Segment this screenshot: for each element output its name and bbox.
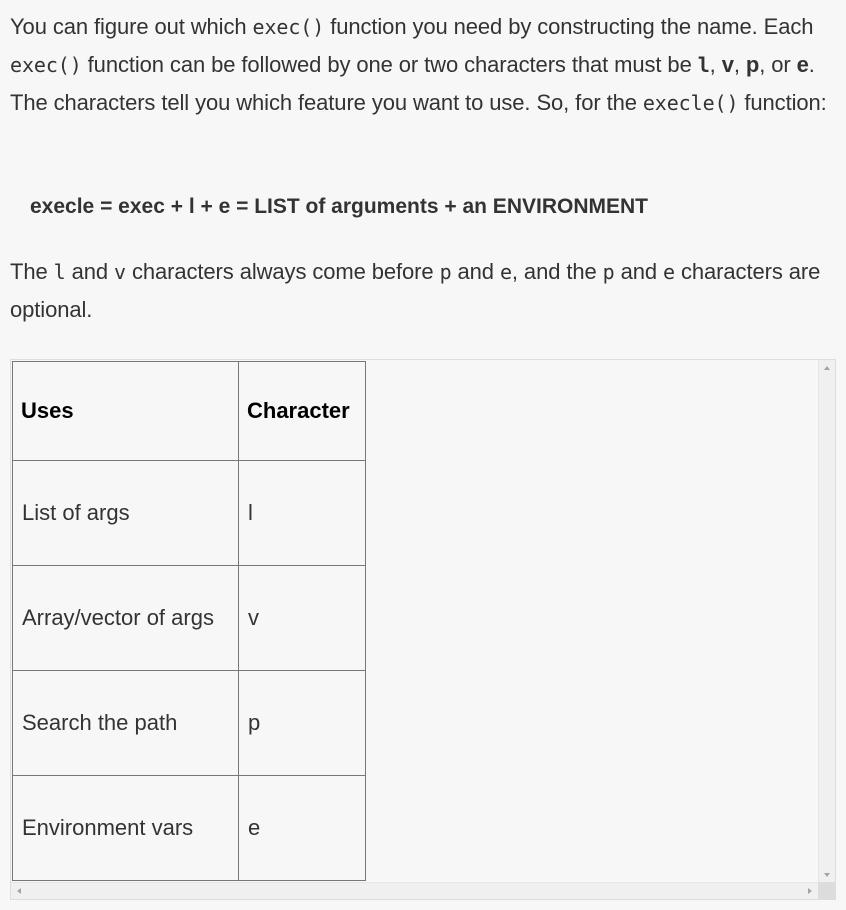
code-exec: exec() [252, 15, 325, 39]
character-cell: v [238, 565, 366, 671]
code-execle: execle() [642, 91, 739, 115]
character-cell: p [238, 670, 366, 776]
char-v: v [721, 52, 734, 77]
header-uses: Uses [12, 361, 239, 461]
code-char: p [439, 260, 452, 284]
table-scroll-container[interactable]: Uses Character List of args l Array/vect… [10, 359, 836, 900]
separator: , [733, 52, 746, 77]
note-text: characters always come before [125, 259, 440, 284]
code-exec: exec() [10, 53, 82, 77]
character-cell: l [238, 460, 366, 566]
vertical-scrollbar[interactable] [818, 360, 835, 883]
triangle-down-icon[interactable] [824, 873, 830, 877]
table-row: Environment vars e [12, 775, 366, 881]
uses-cell: Search the path [12, 670, 239, 776]
intro-paragraph: You can figure out which exec() function… [10, 8, 840, 122]
note-text: and [614, 259, 664, 284]
intro-text: function: [738, 90, 827, 115]
uses-cell: List of args [12, 460, 239, 566]
table-row: Array/vector of args v [12, 565, 366, 671]
execle-formula: execle = exec + l + e = LIST of argument… [30, 195, 648, 218]
uses-cell: Environment vars [12, 775, 239, 881]
triangle-left-icon[interactable] [17, 888, 21, 894]
triangle-up-icon[interactable] [824, 366, 830, 370]
note-text: and [451, 259, 500, 284]
intro-text: function can be followed by one or two c… [81, 52, 698, 77]
note-text: , and the [511, 259, 603, 284]
note-text: and [65, 259, 115, 284]
intro-text: function you need by constructing the na… [324, 14, 814, 39]
table-row: Search the path p [12, 670, 366, 776]
table-row: List of args l [12, 460, 366, 566]
scrollbar-corner [818, 882, 835, 899]
character-cell: e [238, 775, 366, 881]
separator: , [709, 52, 722, 77]
code-char: e [663, 260, 675, 284]
separator: , or [759, 52, 797, 77]
order-note-paragraph: The l and v characters always come befor… [10, 253, 840, 329]
code-char: p [602, 260, 615, 284]
char-p: p [745, 52, 760, 77]
code-char: l [53, 260, 66, 284]
uses-cell: Array/vector of args [12, 565, 239, 671]
intro-text: You can figure out which [10, 14, 253, 39]
exec-suffix-table: Uses Character List of args l Array/vect… [12, 361, 366, 881]
triangle-right-icon[interactable] [808, 888, 812, 894]
note-text: The [10, 259, 54, 284]
char-e: e [796, 52, 809, 77]
horizontal-scrollbar[interactable] [11, 882, 818, 899]
code-char: e [499, 260, 512, 284]
code-char: v [114, 260, 126, 284]
header-character: Character [238, 361, 366, 461]
char-l: l [697, 53, 710, 77]
table-header-row: Uses Character [12, 361, 366, 461]
